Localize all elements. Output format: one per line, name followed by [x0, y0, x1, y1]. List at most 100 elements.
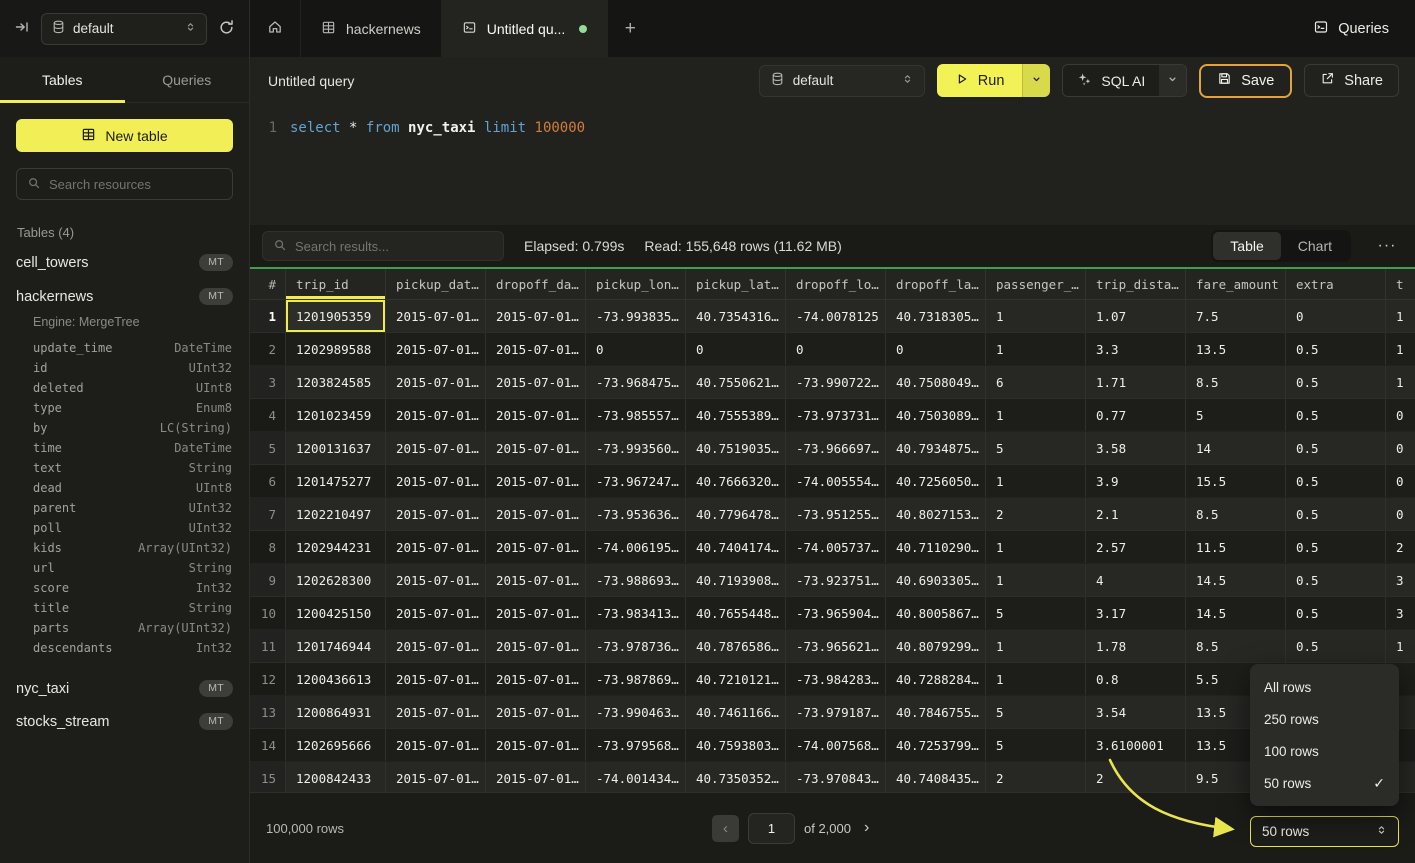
field-row[interactable]: typeEnum8	[33, 398, 232, 418]
refresh-button[interactable]	[218, 19, 235, 39]
table-cell[interactable]: 2015-07-01…	[386, 696, 486, 728]
table-cell[interactable]: 1	[986, 333, 1086, 365]
table-cell[interactable]: 2015-07-01…	[386, 300, 486, 332]
column-header[interactable]: passenger_…	[986, 269, 1086, 299]
queries-button[interactable]: Queries	[1313, 19, 1389, 39]
table-cell[interactable]: 13.5	[1186, 333, 1286, 365]
table-cell[interactable]: 2015-07-01…	[486, 729, 586, 761]
table-cell[interactable]: 2015-07-01…	[386, 465, 486, 497]
table-cell[interactable]: 2015-07-01…	[486, 432, 586, 464]
table-cell[interactable]: 2015-07-01…	[486, 696, 586, 728]
table-cell[interactable]: 1.71	[1086, 366, 1186, 398]
table-cell[interactable]: 2015-07-01…	[386, 498, 486, 530]
search-results-input[interactable]	[295, 239, 493, 254]
table-cell[interactable]: 40.8027153…	[886, 498, 986, 530]
table-cell[interactable]: 0	[1386, 498, 1415, 530]
table-cell[interactable]: 0.5	[1286, 465, 1386, 497]
table-cell[interactable]: 3	[1386, 597, 1415, 629]
table-cell[interactable]: -73.979568…	[586, 729, 686, 761]
table-cell[interactable]: 2015-07-01…	[486, 399, 586, 431]
table-cell[interactable]: 40.7288284…	[886, 663, 986, 695]
table-cell[interactable]: 1.07	[1086, 300, 1186, 332]
collapse-sidebar-button[interactable]	[14, 19, 30, 38]
table-cell[interactable]: 1200864931	[286, 696, 386, 728]
table-cell[interactable]: 0.8	[1086, 663, 1186, 695]
table-cell[interactable]: 2015-07-01…	[486, 300, 586, 332]
new-table-button[interactable]: New table	[16, 119, 233, 152]
run-button[interactable]: Run	[937, 64, 1023, 97]
table-cell[interactable]: 2015-07-01…	[486, 333, 586, 365]
table-cell[interactable]: 1201023459	[286, 399, 386, 431]
page-number-input[interactable]	[748, 813, 795, 844]
table-cell[interactable]: 0.5	[1286, 564, 1386, 596]
column-header[interactable]: extra	[1286, 269, 1386, 299]
table-cell[interactable]: 40.7210121…	[686, 663, 786, 695]
table-cell[interactable]: 2015-07-01…	[486, 762, 586, 792]
table-cell[interactable]: 2015-07-01…	[386, 432, 486, 464]
field-row[interactable]: titleString	[33, 598, 232, 618]
table-cell[interactable]: -73.979187…	[786, 696, 886, 728]
table-cell[interactable]: -74.0078125	[786, 300, 886, 332]
table-cell[interactable]: 1200436613	[286, 663, 386, 695]
table-cell[interactable]: -73.966697…	[786, 432, 886, 464]
table-cell[interactable]: 1	[1386, 630, 1415, 662]
table-cell[interactable]: 2015-07-01…	[486, 465, 586, 497]
menu-item-250-rows[interactable]: 250 rows	[1250, 703, 1399, 735]
table-cell[interactable]: 11.5	[1186, 531, 1286, 563]
table-cell[interactable]: 40.7550621…	[686, 366, 786, 398]
table-cell[interactable]: -73.990722…	[786, 366, 886, 398]
column-header[interactable]: fare_amount	[1186, 269, 1286, 299]
table-cell[interactable]: -74.001434…	[586, 762, 686, 792]
table-cell[interactable]: -74.007568…	[786, 729, 886, 761]
table-cell[interactable]: 0.5	[1286, 597, 1386, 629]
sql-ai-button[interactable]: SQL AI	[1063, 65, 1159, 96]
table-cell[interactable]: 40.7408435…	[886, 762, 986, 792]
table-cell[interactable]: 40.7253799…	[886, 729, 986, 761]
table-cell[interactable]: 3.6100001	[1086, 729, 1186, 761]
table-cell[interactable]: 3	[1386, 564, 1415, 596]
table-cell[interactable]: 1	[986, 399, 1086, 431]
table-cell[interactable]: 40.7796478…	[686, 498, 786, 530]
field-row[interactable]: deadUInt8	[33, 478, 232, 498]
table-cell[interactable]: 2015-07-01…	[486, 663, 586, 695]
table-cell[interactable]: 1203824585	[286, 366, 386, 398]
field-row[interactable]: byLC(String)	[33, 418, 232, 438]
table-cell[interactable]: 40.8079299…	[886, 630, 986, 662]
table-cell[interactable]: 1	[1386, 333, 1415, 365]
column-header[interactable]: trip_id	[286, 269, 386, 299]
table-cell[interactable]: 1201905359	[286, 300, 386, 332]
field-row[interactable]: kidsArray(UInt32)	[33, 538, 232, 558]
table-cell[interactable]: 2015-07-01…	[486, 597, 586, 629]
table-cell[interactable]: 1200425150	[286, 597, 386, 629]
table-cell[interactable]: 2.57	[1086, 531, 1186, 563]
table-cell[interactable]: 40.7655448…	[686, 597, 786, 629]
field-row[interactable]: parentUInt32	[33, 498, 232, 518]
table-cell[interactable]: 0	[786, 333, 886, 365]
table-cell[interactable]: 40.7593803…	[686, 729, 786, 761]
sql-editor[interactable]: 1 select * from nyc_taxi limit 100000	[250, 104, 1415, 225]
sidebar-item-stocks-stream[interactable]: stocks_stream MT	[0, 705, 249, 738]
save-button[interactable]: Save	[1199, 64, 1292, 98]
table-cell[interactable]: 2015-07-01…	[386, 399, 486, 431]
table-cell[interactable]: 0.5	[1286, 399, 1386, 431]
run-options-button[interactable]	[1022, 64, 1050, 97]
table-cell[interactable]: 0	[586, 333, 686, 365]
table-cell[interactable]: -73.983413…	[586, 597, 686, 629]
table-cell[interactable]: 2015-07-01…	[386, 333, 486, 365]
column-header[interactable]: trip_dista…	[1086, 269, 1186, 299]
field-row[interactable]: pollUInt32	[33, 518, 232, 538]
table-cell[interactable]: 2015-07-01…	[386, 630, 486, 662]
table-cell[interactable]: 3.3	[1086, 333, 1186, 365]
table-cell[interactable]: 8.5	[1186, 498, 1286, 530]
table-cell[interactable]: 2	[1086, 762, 1186, 792]
table-cell[interactable]: 2015-07-01…	[386, 564, 486, 596]
table-cell[interactable]: 2	[986, 762, 1086, 792]
table-cell[interactable]: 0.5	[1286, 432, 1386, 464]
table-cell[interactable]: 1	[986, 663, 1086, 695]
table-cell[interactable]: 1	[986, 465, 1086, 497]
table-cell[interactable]: 2015-07-01…	[486, 531, 586, 563]
column-header[interactable]: dropoff_da…	[486, 269, 586, 299]
menu-item-50-rows[interactable]: 50 rows✓	[1250, 767, 1399, 799]
next-page-button[interactable]: ›	[860, 819, 873, 837]
table-cell[interactable]: -73.967247…	[586, 465, 686, 497]
